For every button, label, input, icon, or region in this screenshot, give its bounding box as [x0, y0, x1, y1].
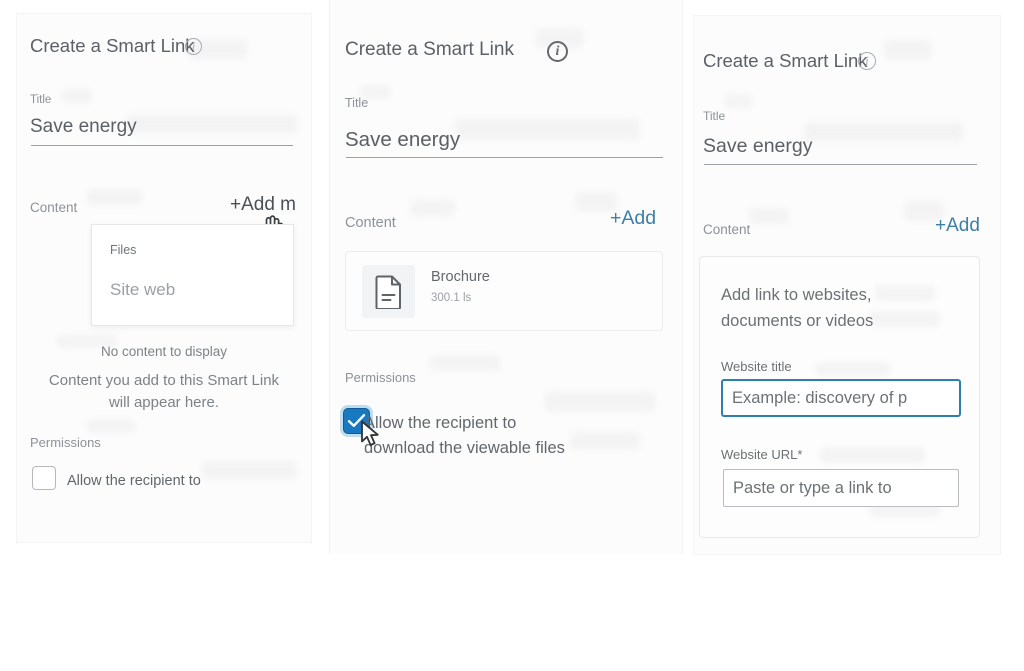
title-field-label: Title	[345, 96, 369, 110]
title-underline	[346, 157, 663, 158]
download-permission-label: Allow the recipient to download the view…	[364, 414, 565, 458]
add-media-button[interactable]: +Add m	[230, 194, 296, 216]
screenshot-stage: Create a Smart Link i Title Save energy …	[0, 0, 1024, 554]
smart-link-panel-step1: Create a Smart Link i Title Save energy …	[17, 14, 311, 542]
page-title: Create a Smart Link	[30, 35, 195, 56]
title-input[interactable]: Save energy	[703, 135, 813, 158]
file-size: 300.1 ls	[431, 292, 472, 304]
info-icon[interactable]: i	[185, 38, 202, 55]
page-title: Create a Smart Link	[703, 50, 868, 71]
dropdown-group-label-files: Files	[110, 243, 137, 257]
content-section-label: Content	[703, 222, 751, 237]
content-section-label: Content	[30, 200, 78, 215]
page-title: Create a Smart Link	[345, 39, 514, 60]
empty-state-line-1: Content you add to this Smart Link	[48, 372, 280, 389]
title-input[interactable]: Save energy	[30, 116, 137, 138]
download-permission-label: Allow the recipient to	[67, 473, 201, 489]
permissions-section-label: Permissions	[345, 370, 416, 385]
title-input[interactable]: Save energy	[345, 128, 460, 152]
permissions-section-label: Permissions	[30, 435, 101, 450]
document-icon	[362, 265, 415, 318]
title-field-label: Title	[30, 94, 52, 106]
content-section-label: Content	[345, 215, 396, 231]
title-underline	[704, 164, 977, 165]
add-link-card: Add link to websites, documents or video…	[699, 256, 980, 538]
website-title-placeholder: Example: discovery of p	[732, 388, 908, 407]
empty-state-line-2: will appear here.	[108, 394, 220, 411]
content-file-card[interactable]: Brochure 300.1 ls	[345, 251, 663, 331]
info-icon[interactable]: i	[858, 52, 876, 70]
website-url-input[interactable]: Paste or type a link to	[723, 469, 959, 507]
info-icon[interactable]: i	[547, 41, 568, 62]
download-permission-checkbox[interactable]	[32, 466, 56, 490]
dropdown-item-site-web[interactable]: Site web	[110, 280, 175, 300]
website-url-label: Website URL*	[721, 447, 803, 462]
empty-state-title: No content to display	[100, 344, 228, 359]
add-content-button[interactable]: +Add	[935, 215, 980, 237]
website-title-input[interactable]: Example: discovery of p	[721, 379, 961, 417]
title-underline	[31, 145, 293, 146]
add-media-dropdown[interactable]: Files Site web	[91, 224, 294, 326]
file-name: Brochure	[431, 269, 490, 285]
add-link-card-heading: Add link to websites, documents or video…	[721, 286, 874, 330]
add-content-button[interactable]: +Add	[610, 207, 656, 230]
title-field-label: Title	[703, 109, 726, 123]
website-url-placeholder: Paste or type a link to	[733, 478, 892, 497]
website-title-label: Website title	[721, 359, 792, 374]
